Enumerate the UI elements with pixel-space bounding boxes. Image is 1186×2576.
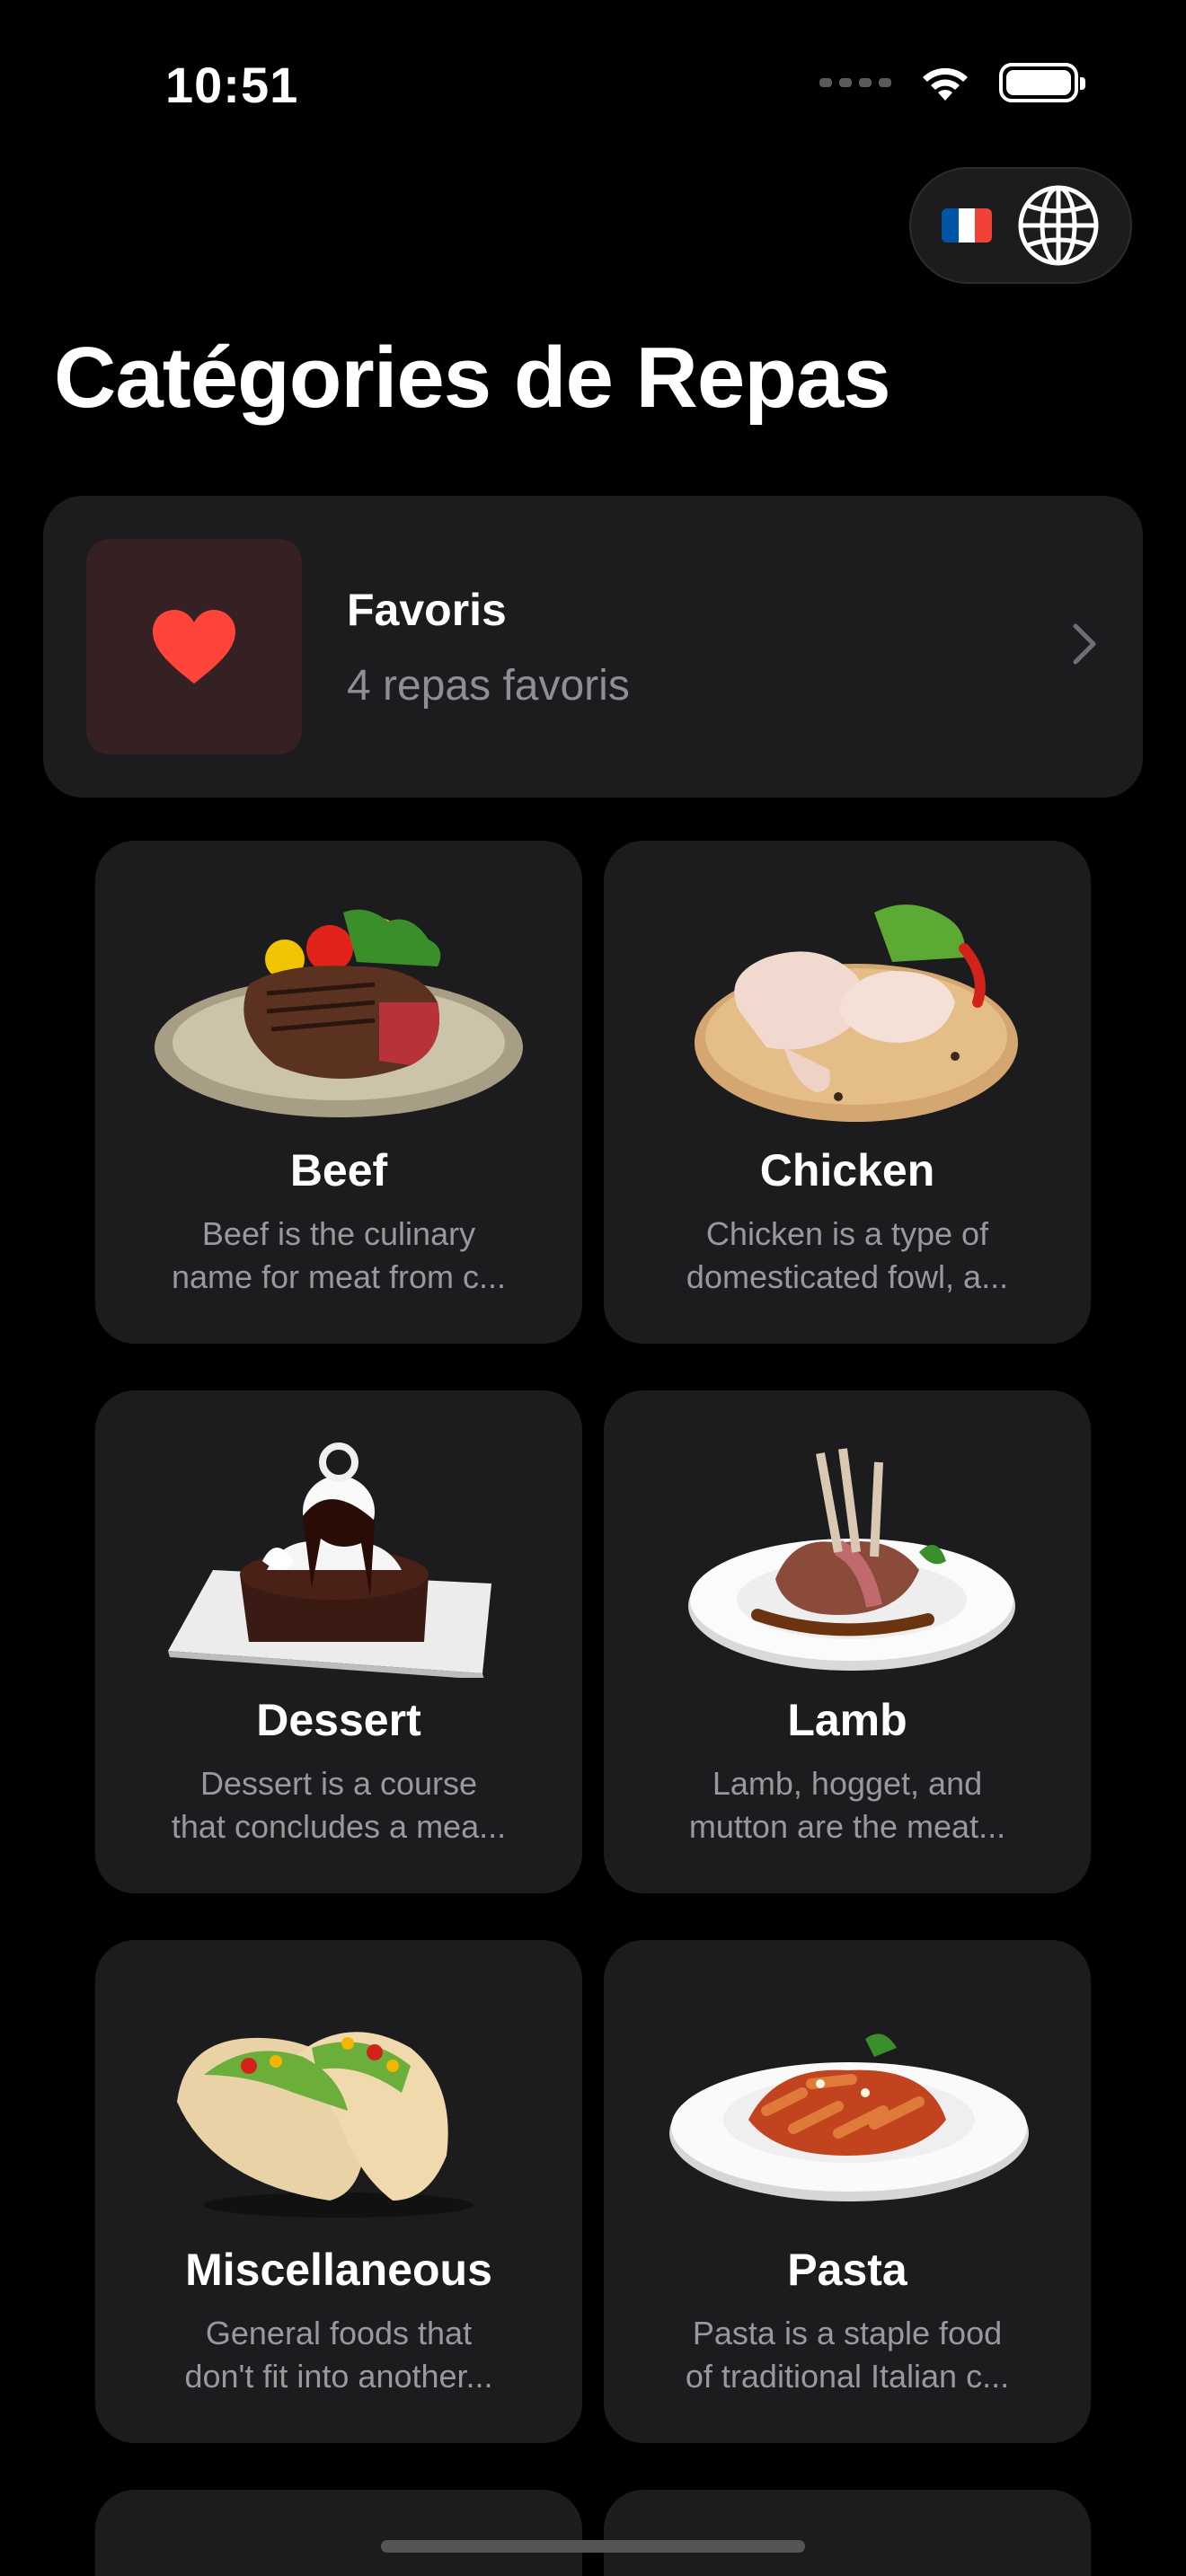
globe-icon	[1017, 184, 1100, 267]
page-title: Catégories de Repas	[54, 330, 891, 426]
category-description: General foods that don't fit into anothe…	[184, 2315, 493, 2395]
miscellaneous-image	[150, 1976, 527, 2228]
category-card-lamb[interactable]: Lamb Lamb, hogget, and mutton are the me…	[604, 1390, 1091, 1893]
category-name: Lamb	[787, 1695, 907, 1745]
dessert-image	[150, 1426, 527, 1678]
status-icons	[819, 63, 1085, 102]
category-description: Beef is the culinary name for meat from …	[171, 1215, 507, 1295]
category-description: Chicken is a type of domesticated fowl, …	[686, 1215, 1009, 1295]
heart-icon	[153, 610, 235, 684]
category-card-pasta[interactable]: Pasta Pasta is a staple food of traditio…	[604, 1940, 1091, 2443]
battery-icon	[999, 63, 1085, 102]
category-grid: Beef Beef is the culinary name for meat …	[95, 841, 1091, 2576]
category-description: Dessert is a course that concludes a mea…	[171, 1765, 507, 1845]
category-name: Chicken	[759, 1145, 935, 1195]
category-card-partial[interactable]	[95, 2490, 582, 2576]
chicken-image	[659, 877, 1036, 1128]
favorites-row[interactable]: Favoris 4 repas favoris	[43, 496, 1143, 798]
category-description: Lamb, hogget, and mutton are the meat...	[688, 1765, 1006, 1845]
wifi-icon	[918, 63, 972, 102]
chevron-right-icon	[1071, 622, 1098, 671]
category-name: Beef	[289, 1145, 388, 1195]
status-time: 10:51	[165, 57, 299, 113]
france-flag-icon	[942, 208, 992, 243]
favorites-title: Favoris	[347, 584, 507, 635]
category-card-beef[interactable]: Beef Beef is the culinary name for meat …	[95, 841, 582, 1344]
category-card-chicken[interactable]: Chicken Chicken is a type of domesticate…	[604, 841, 1091, 1344]
category-card-dessert[interactable]: Dessert Dessert is a course that conclud…	[95, 1390, 582, 1893]
category-name: Dessert	[256, 1695, 421, 1745]
lamb-image	[659, 1426, 1036, 1678]
home-indicator[interactable]	[381, 2540, 805, 2553]
beef-image	[150, 877, 527, 1128]
category-card-miscellaneous[interactable]: Miscellaneous General foods that don't f…	[95, 1940, 582, 2443]
pasta-image	[659, 1976, 1036, 2228]
cellular-signal-icon	[819, 78, 891, 87]
language-switcher-button[interactable]	[909, 167, 1132, 284]
favorites-count: 4 repas favoris	[347, 661, 630, 710]
favorites-thumb	[86, 539, 302, 754]
category-name: Pasta	[787, 2245, 907, 2295]
category-description: Pasta is a staple food of traditional It…	[685, 2315, 1010, 2395]
category-name: Miscellaneous	[185, 2245, 492, 2295]
category-card-partial[interactable]	[604, 2490, 1091, 2576]
